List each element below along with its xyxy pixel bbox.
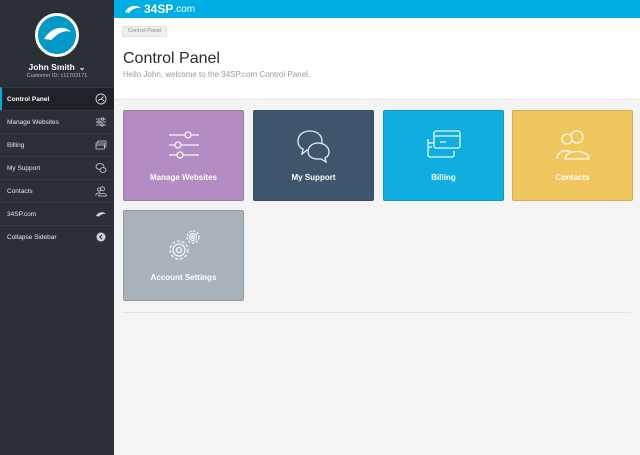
gears-icon: [168, 230, 200, 260]
sidebar-item-label: 34SP.com: [7, 210, 37, 218]
sliders-icon: [168, 131, 199, 159]
tile-label: Contacts: [555, 173, 590, 182]
sidebar-item-manage-websites[interactable]: Manage Websites: [0, 110, 114, 133]
customer-id: Customer ID: c11703171: [26, 73, 88, 79]
dashboard-icon: [95, 93, 107, 105]
welcome-message: Hello John, welcome to the 34SP.com Cont…: [123, 70, 311, 79]
34sp-logo-icon: [96, 212, 106, 217]
sidebar-item-label: Billing: [7, 141, 25, 149]
avatar-logo-icon: [38, 16, 76, 54]
people-icon: [95, 186, 107, 197]
page-title: Control Panel: [123, 50, 220, 67]
sidebar-nav: Control Panel Manage Websites Billing My…: [0, 87, 114, 248]
tile-account-settings[interactable]: Account Settings: [123, 210, 244, 301]
tile-my-support[interactable]: My Support: [253, 110, 374, 201]
content-divider: [123, 312, 631, 313]
tile-label: Manage Websites: [150, 173, 217, 182]
credit-card-icon: [426, 130, 461, 158]
sidebar-item-label: My Support: [7, 164, 41, 172]
credit-card-icon: [95, 140, 107, 150]
sidebar-item-34sp[interactable]: 34SP.com: [0, 202, 114, 225]
sidebar-item-label: Manage Websites: [7, 118, 59, 126]
sidebar-item-my-support[interactable]: My Support: [0, 156, 114, 179]
tile-billing[interactable]: Billing: [383, 110, 504, 201]
avatar[interactable]: [35, 13, 79, 57]
brand-logo[interactable]: 34SP .com: [124, 1, 195, 17]
people-icon: [555, 130, 590, 160]
sidebar-collapse-button[interactable]: Collapse Sidebar: [0, 225, 114, 248]
user-name: John Smith: [28, 62, 75, 72]
chat-bubbles-icon: [95, 163, 107, 173]
tile-contacts[interactable]: Contacts: [512, 110, 633, 201]
page-header: Control Panel Control Panel Hello John, …: [114, 18, 640, 100]
tile-manage-websites[interactable]: Manage Websites: [123, 110, 244, 201]
sidebar-item-billing[interactable]: Billing: [0, 133, 114, 156]
chevron-down-icon: ⌄: [78, 63, 86, 72]
tile-label: My Support: [291, 173, 336, 182]
breadcrumb[interactable]: Control Panel: [122, 26, 168, 37]
tile-label: Billing: [431, 173, 456, 182]
tile-label: Account Settings: [150, 273, 217, 282]
sidebar-item-label: Collapse Sidebar: [7, 233, 57, 241]
collapse-arrow-icon: [96, 232, 106, 242]
sidebar-item-label: Contacts: [7, 187, 33, 195]
34sp-logo-icon: [125, 5, 141, 13]
sidebar-item-control-panel[interactable]: Control Panel: [0, 87, 114, 110]
chat-bubbles-icon: [296, 130, 330, 163]
sidebar-item-label: Control Panel: [7, 95, 50, 103]
user-menu-toggle[interactable]: John Smith ⌄: [0, 62, 114, 72]
sliders-icon: [96, 117, 106, 127]
brand-logo-text: 34SP: [144, 2, 174, 16]
brand-logo-suffix: .com: [173, 4, 196, 15]
sidebar-item-contacts[interactable]: Contacts: [0, 179, 114, 202]
sidebar: John Smith ⌄ Customer ID: c11703171 Contr…: [0, 0, 114, 455]
top-bar: 34SP .com: [114, 0, 640, 18]
